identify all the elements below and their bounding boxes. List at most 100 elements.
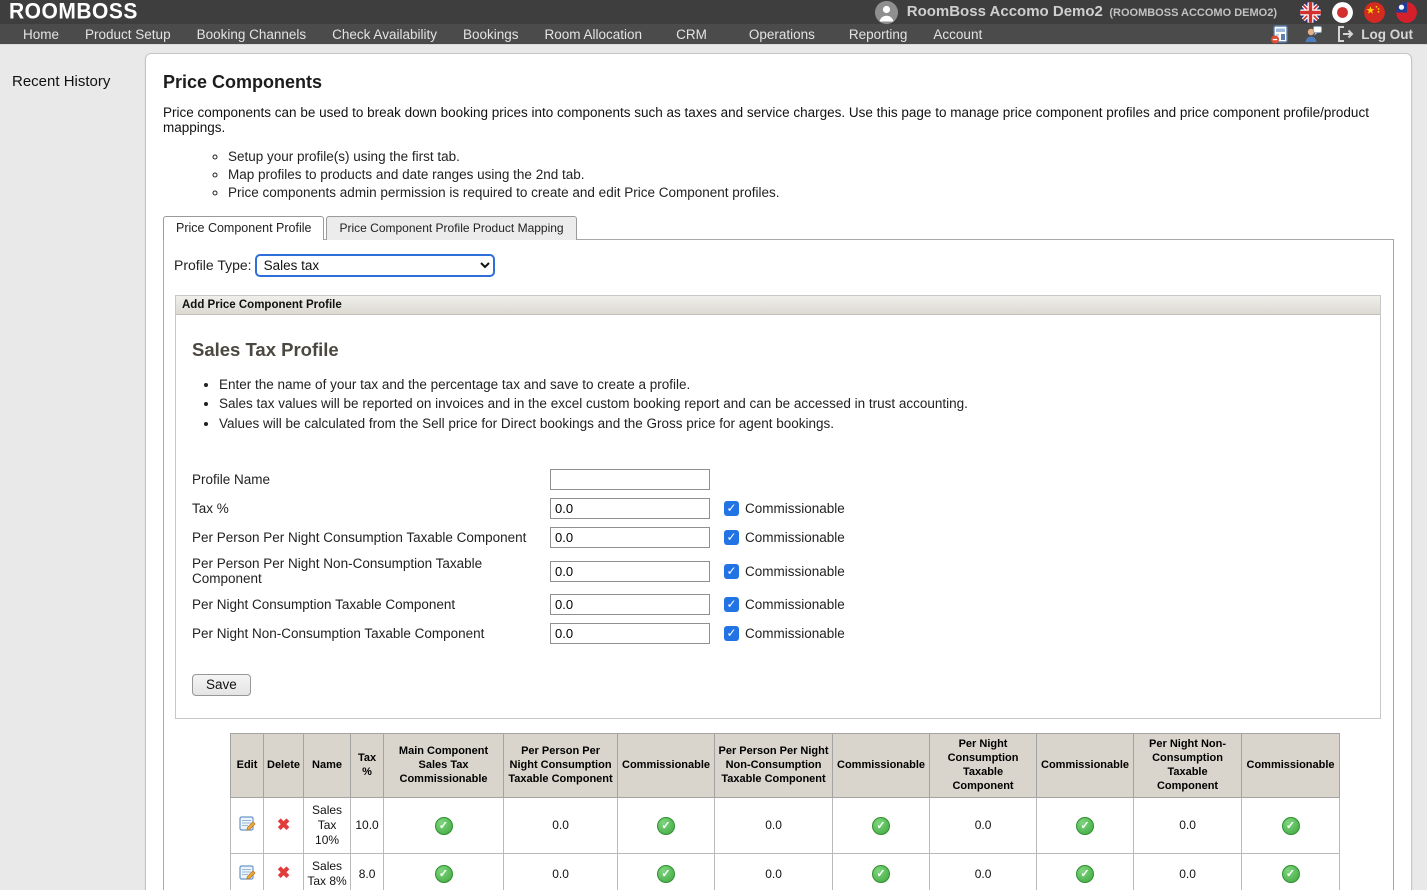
form-row-2: Per Person Per Night Consumption Taxable… (192, 527, 1362, 548)
till-reconciliation-icon[interactable] (1270, 24, 1290, 44)
nav-item-reporting[interactable]: Reporting (836, 27, 921, 42)
component-commissionable-cell: ✓ (1037, 798, 1134, 854)
intro-bullet: Price components admin permission is req… (228, 185, 1394, 201)
delete-cell: ✖ (264, 854, 304, 890)
sales-tax-profile-heading: Sales Tax Profile (192, 339, 1362, 361)
tab-price-component-profile[interactable]: Price Component Profile (163, 216, 324, 240)
commissionable-check-icon: ✓ (657, 865, 675, 883)
profile-type-label: Profile Type: (174, 257, 252, 273)
component-value-cell: 0.0 (715, 798, 833, 854)
table-header-8: Commissionable (833, 734, 930, 798)
commissionable-label: Commissionable (745, 501, 845, 516)
main-commissionable-cell: ✓ (384, 798, 504, 854)
name-cell: Sales Tax 8% (304, 854, 351, 890)
recent-history-title[interactable]: Recent History (12, 73, 145, 90)
form-row-1: Tax % ✓ Commissionable (192, 498, 1362, 519)
field-input-1[interactable] (550, 498, 710, 519)
save-button[interactable]: Save (192, 674, 251, 696)
component-commissionable-cell: ✓ (1242, 798, 1340, 854)
user-account-suffix: (ROOMBOSS ACCOMO DEMO2) (1109, 7, 1277, 19)
field-input-3[interactable] (550, 561, 710, 582)
commissionable-checkbox[interactable]: ✓ (724, 597, 739, 612)
nav-item-home[interactable]: Home (10, 27, 72, 42)
field-input-0[interactable] (550, 469, 710, 490)
guest-chat-icon[interactable] (1303, 24, 1323, 44)
nav-item-account[interactable]: Account (920, 27, 995, 42)
main-content-card: Price Components Price components can be… (145, 53, 1412, 890)
commissionable-check-icon: ✓ (435, 865, 453, 883)
panel-bullet: Sales tax values will be reported on inv… (219, 396, 1362, 412)
tab-product-mapping[interactable]: Price Component Profile Product Mapping (326, 216, 576, 240)
commissionable-checkbox[interactable]: ✓ (724, 530, 739, 545)
page-intro: Price components can be used to break do… (163, 105, 1394, 135)
language-flags (1300, 2, 1417, 23)
commissionable-check-icon: ✓ (1076, 817, 1094, 835)
table-row: ✖Sales Tax 8%8.0✓0.0✓0.0✓0.0✓0.0✓ (231, 854, 1340, 890)
app-header: ROOMBOSS RoomBoss Accomo Demo2 (ROOMBOSS… (0, 0, 1427, 24)
panel-bullet-list: Enter the name of your tax and the perce… (219, 377, 1362, 432)
nav-item-crm[interactable]: CRM (655, 27, 728, 42)
delete-icon[interactable]: ✖ (277, 816, 290, 836)
nav-item-check-availability[interactable]: Check Availability (319, 27, 450, 42)
user-name: RoomBoss Accomo Demo2 (907, 3, 1103, 20)
nav-item-booking-channels[interactable]: Booking Channels (184, 27, 320, 42)
table-header-0: Edit (231, 734, 264, 798)
table-header-2: Name (304, 734, 351, 798)
component-commissionable-cell: ✓ (618, 798, 715, 854)
logout-button[interactable]: Log Out (1336, 25, 1413, 43)
fieldset-legend: Add Price Component Profile (176, 296, 1380, 315)
sidebar: Recent History (0, 45, 145, 90)
panel-bullet: Values will be calculated from the Sell … (219, 416, 1362, 432)
form-row-3: Per Person Per Night Non-Consumption Tax… (192, 556, 1362, 586)
add-profile-fieldset: Add Price Component Profile Sales Tax Pr… (175, 295, 1381, 720)
nav-links: HomeProduct SetupBooking ChannelsCheck A… (10, 27, 1270, 42)
field-label: Per Night Consumption Taxable Component (192, 597, 550, 612)
commissionable-label: Commissionable (745, 530, 845, 545)
field-input-4[interactable] (550, 594, 710, 615)
component-value-cell: 0.0 (715, 854, 833, 890)
delete-icon[interactable]: ✖ (277, 864, 290, 884)
field-label: Profile Name (192, 472, 550, 487)
commissionable-check-icon: ✓ (1282, 865, 1300, 883)
field-input-5[interactable] (550, 623, 710, 644)
commissionable-check-icon: ✓ (657, 817, 675, 835)
name-cell: Sales Tax 10% (304, 798, 351, 854)
flag-japan-icon[interactable] (1332, 2, 1353, 23)
edit-icon[interactable] (239, 815, 256, 836)
nav-item-room-allocation[interactable]: Room Allocation (532, 27, 656, 42)
nav-item-bookings[interactable]: Bookings (450, 27, 532, 42)
field-label: Per Person Per Night Consumption Taxable… (192, 530, 550, 545)
field-label: Per Person Per Night Non-Consumption Tax… (192, 556, 550, 586)
component-value-cell: 0.0 (1134, 798, 1242, 854)
page-title: Price Components (163, 72, 1394, 93)
component-commissionable-cell: ✓ (618, 854, 715, 890)
table-header-9: Per Night Consumption Taxable Component (930, 734, 1037, 798)
component-commissionable-cell: ✓ (1037, 854, 1134, 890)
field-input-2[interactable] (550, 527, 710, 548)
table-header-10: Commissionable (1037, 734, 1134, 798)
edit-icon[interactable] (239, 864, 256, 885)
flag-uk-icon[interactable] (1300, 2, 1321, 23)
component-commissionable-cell: ✓ (833, 854, 930, 890)
commissionable-check-icon: ✓ (1282, 817, 1300, 835)
component-value-cell: 0.0 (930, 854, 1037, 890)
intro-bullet: Map profiles to products and date ranges… (228, 167, 1394, 183)
flag-taiwan-icon[interactable] (1396, 2, 1417, 23)
field-label: Tax % (192, 501, 550, 516)
nav-item-operations[interactable]: Operations (728, 27, 836, 42)
flag-china-icon[interactable] (1364, 2, 1385, 23)
nav-item-product-setup[interactable]: Product Setup (72, 27, 184, 42)
profile-type-select[interactable]: Sales tax (255, 254, 495, 277)
table-header-7: Per Person Per Night Non-Consumption Tax… (715, 734, 833, 798)
main-navigation: HomeProduct SetupBooking ChannelsCheck A… (0, 24, 1427, 45)
user-avatar-icon[interactable] (875, 1, 898, 24)
form-row-0: Profile Name (192, 469, 1362, 490)
intro-bullet-list: Setup your profile(s) using the first ta… (228, 149, 1394, 201)
tax-percent-cell: 8.0 (351, 854, 384, 890)
commissionable-checkbox[interactable]: ✓ (724, 564, 739, 579)
table-header-11: Per Night Non-Consumption Taxable Compon… (1134, 734, 1242, 798)
commissionable-checkbox[interactable]: ✓ (724, 501, 739, 516)
commissionable-checkbox[interactable]: ✓ (724, 626, 739, 641)
table-header-4: Main Component Sales Tax Commissionable (384, 734, 504, 798)
component-value-cell: 0.0 (504, 798, 618, 854)
